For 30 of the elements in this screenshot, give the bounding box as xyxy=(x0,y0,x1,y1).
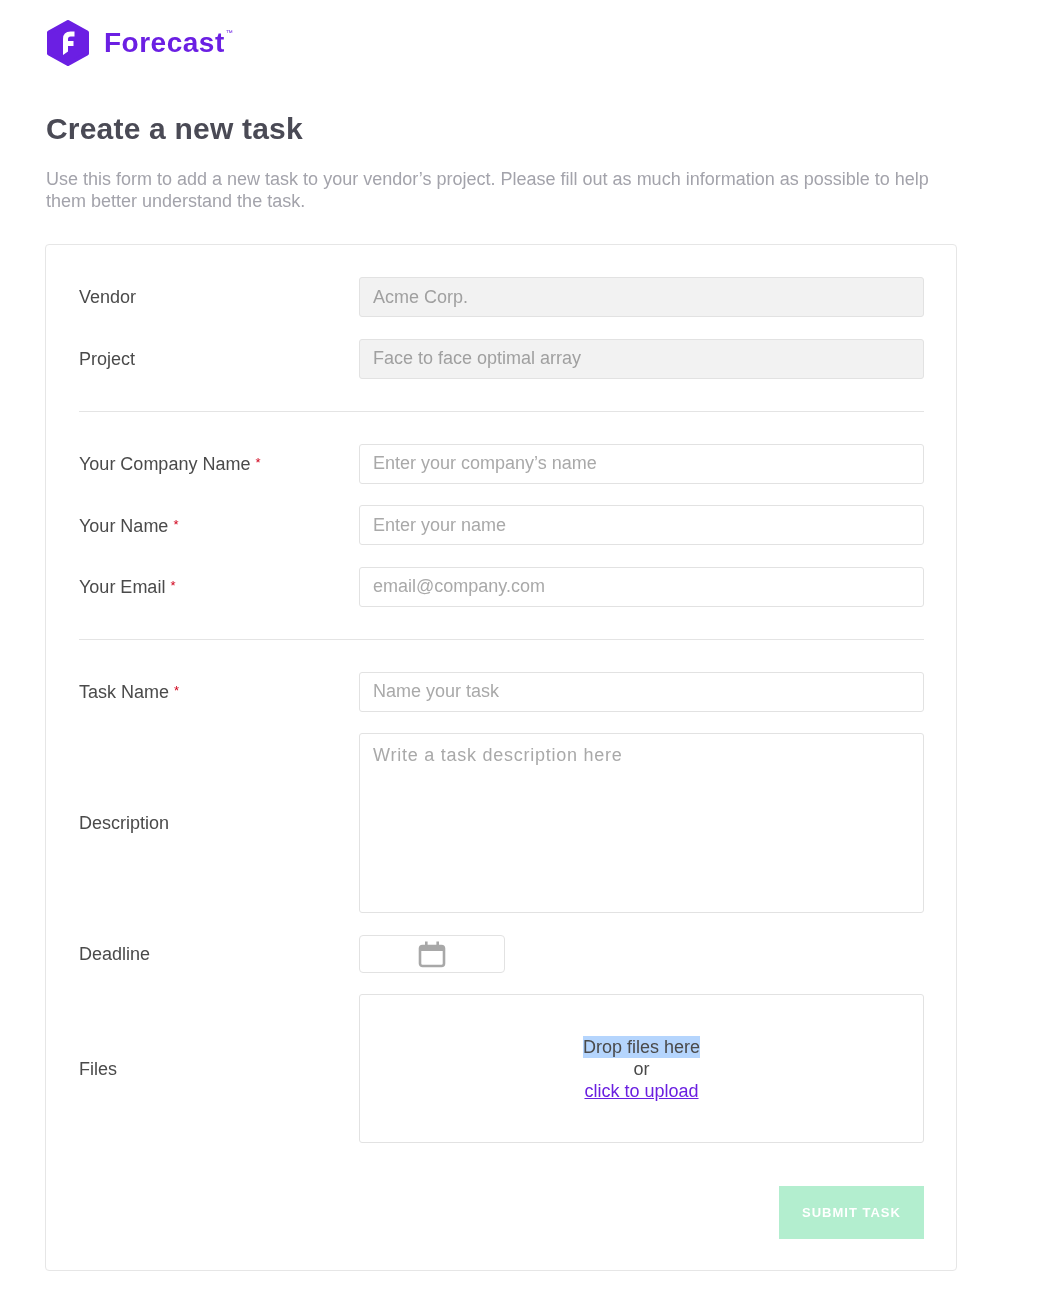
description-area[interactable]: Write a task description here xyxy=(359,733,924,913)
required-asterisk: * xyxy=(170,578,176,593)
readonly-field[interactable]: Acme Corp. xyxy=(359,277,924,317)
field-label: Description xyxy=(79,813,170,833)
required-asterisk: * xyxy=(255,455,261,470)
file-drop-zone[interactable]: Drop files here or click to upload xyxy=(359,994,924,1143)
upload-link[interactable]: click to upload xyxy=(584,1079,699,1102)
intro-text: Use this form to add a new task to your vendor’s project. Please fill out as much information as possible to help them better understand the task. xyxy=(46,168,930,212)
field-label: Project xyxy=(79,348,136,369)
required-asterisk: * xyxy=(174,683,180,698)
field-label: Task Name xyxy=(79,682,170,702)
calendar-icon xyxy=(418,939,446,968)
date-field[interactable] xyxy=(359,934,505,973)
input-field[interactable]: email@company.com xyxy=(359,566,924,607)
field-label: Your Email xyxy=(79,577,166,597)
field-label: Files xyxy=(79,1058,117,1079)
brand-name: Forecast xyxy=(104,29,225,57)
field-label: Deadline xyxy=(79,943,151,964)
or-text: or xyxy=(633,1057,650,1080)
logo-icon xyxy=(47,20,89,66)
drop-files-text: Drop files here xyxy=(582,1035,701,1058)
field-label: Your Company Name xyxy=(79,454,251,474)
field-label: Your Name xyxy=(79,515,169,536)
required-asterisk: * xyxy=(173,516,179,532)
input-field[interactable]: Enter your name xyxy=(359,505,924,545)
field-label: Vendor xyxy=(79,287,137,307)
readonly-field[interactable]: Face to face optimal array xyxy=(359,338,924,379)
page-title: Create a new task xyxy=(46,111,303,146)
input-field[interactable]: Name your task xyxy=(359,671,924,712)
input-field[interactable]: Enter your company’s name xyxy=(359,443,924,484)
